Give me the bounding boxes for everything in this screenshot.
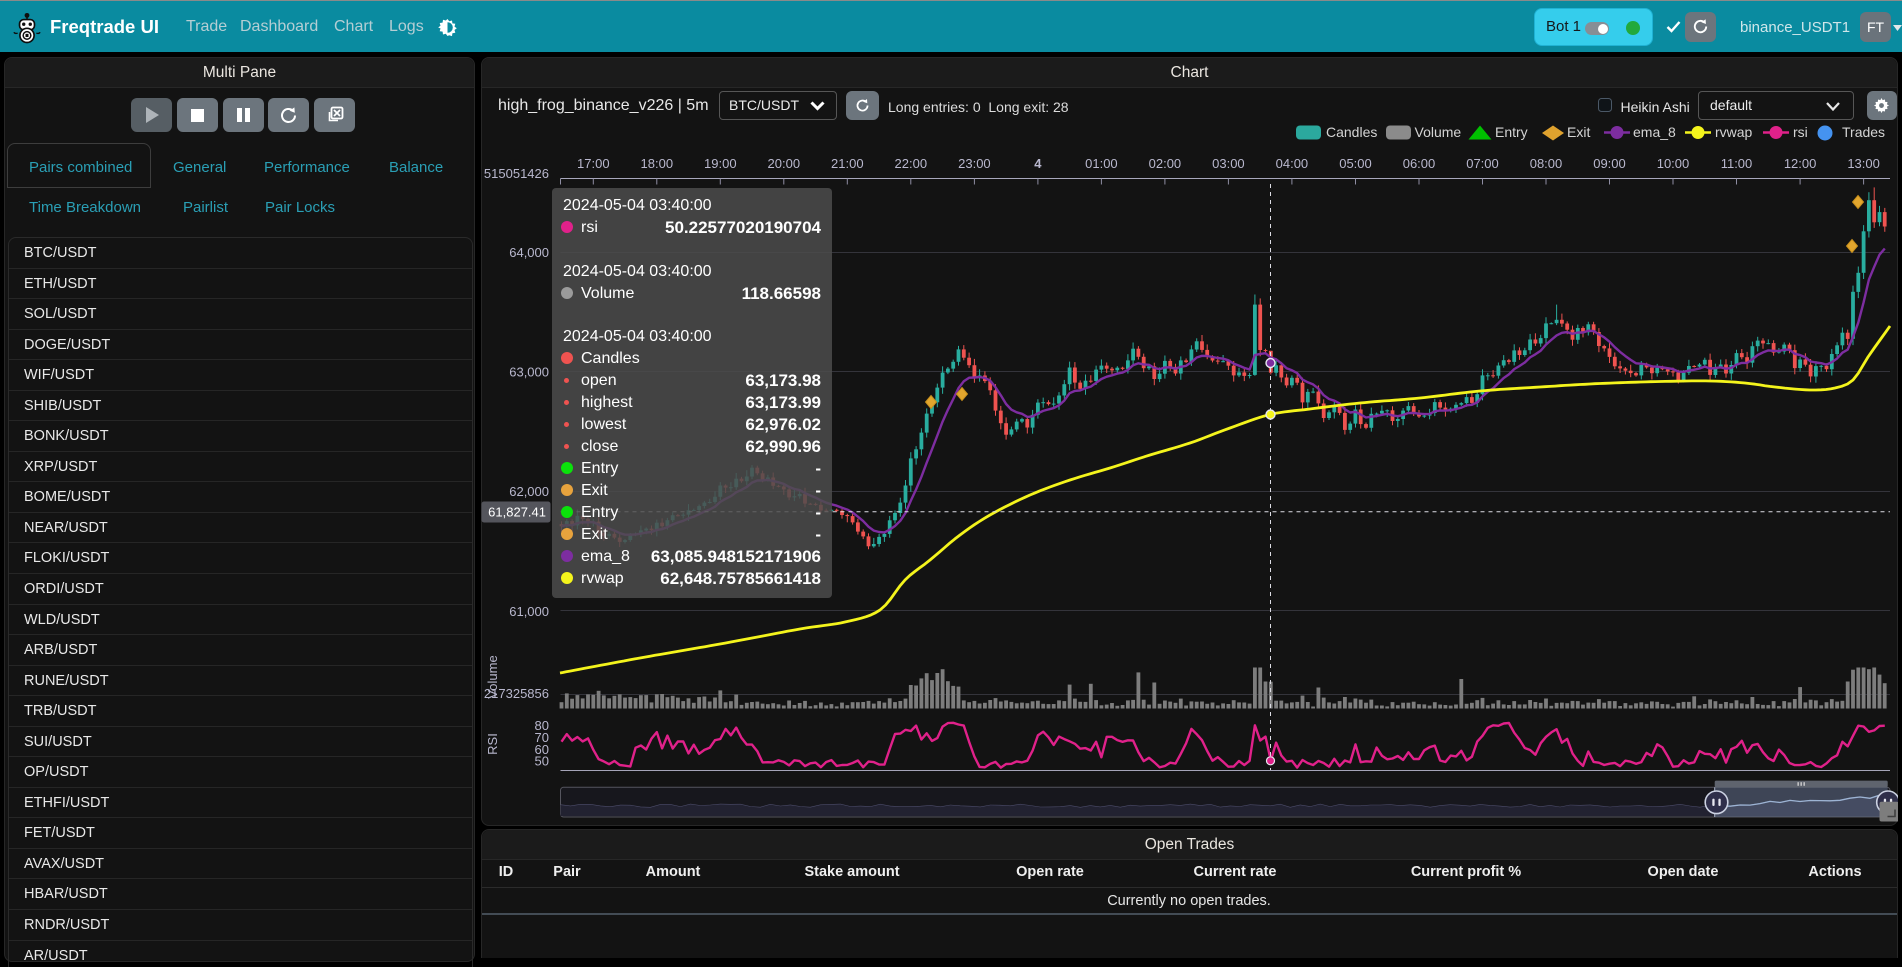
svg-text:02:00: 02:00 (1149, 156, 1182, 171)
svg-text:17:00: 17:00 (577, 156, 610, 171)
svg-text:23:00: 23:00 (958, 156, 991, 171)
svg-text:4: 4 (1034, 156, 1042, 171)
svg-text:Volume: Volume (485, 655, 500, 698)
svg-text:61,000: 61,000 (509, 604, 549, 619)
svg-text:12:00: 12:00 (1784, 156, 1817, 171)
svg-text:22:00: 22:00 (895, 156, 928, 171)
svg-text:20:00: 20:00 (768, 156, 801, 171)
svg-text:07:00: 07:00 (1466, 156, 1499, 171)
svg-text:05:00: 05:00 (1339, 156, 1372, 171)
svg-text:21:00: 21:00 (831, 156, 864, 171)
svg-text:13:00: 13:00 (1847, 156, 1880, 171)
svg-text:19:00: 19:00 (704, 156, 737, 171)
svg-text:64,000: 64,000 (509, 245, 549, 260)
svg-text:62,000: 62,000 (509, 484, 549, 499)
svg-text:09:00: 09:00 (1593, 156, 1626, 171)
svg-text:50: 50 (535, 754, 549, 769)
svg-text:10:00: 10:00 (1657, 156, 1690, 171)
svg-text:18:00: 18:00 (641, 156, 674, 171)
svg-text:04:00: 04:00 (1276, 156, 1309, 171)
svg-text:RSI: RSI (485, 733, 500, 755)
svg-text:01:00: 01:00 (1085, 156, 1118, 171)
svg-text:515051426: 515051426 (484, 166, 549, 181)
svg-text:03:00: 03:00 (1212, 156, 1245, 171)
svg-text:08:00: 08:00 (1530, 156, 1563, 171)
svg-text:11:00: 11:00 (1721, 156, 1753, 171)
svg-text:06:00: 06:00 (1403, 156, 1436, 171)
svg-text:61,827.41: 61,827.41 (488, 505, 546, 520)
svg-text:63,000: 63,000 (509, 365, 549, 380)
